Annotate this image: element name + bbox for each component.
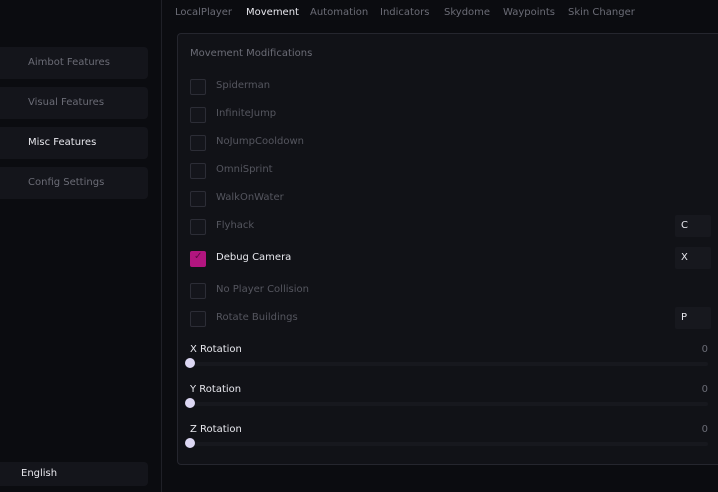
slider-track[interactable] [190, 402, 708, 406]
option-label: No Player Collision [216, 284, 309, 295]
infinitejump-checkbox[interactable] [190, 107, 206, 123]
language-label: English [21, 468, 58, 479]
option-label: Rotate Buildings [216, 312, 298, 323]
flyhack-keybind-button[interactable]: C [675, 215, 711, 237]
option-debug-camera[interactable]: Debug Camera [190, 249, 718, 269]
option-label: Flyhack [216, 220, 255, 231]
tab-waypoints[interactable]: Waypoints [503, 7, 555, 18]
sidebar-item-label: Visual Features [28, 97, 105, 108]
sidebar-item-misc-features[interactable]: Misc Features [0, 127, 148, 159]
language-selector[interactable]: English [0, 462, 148, 486]
option-walkonwater[interactable]: WalkOnWater [190, 189, 718, 209]
sidebar-item-label: Config Settings [28, 177, 105, 188]
rotate-buildings-checkbox[interactable] [190, 311, 206, 327]
no-player-collision-checkbox[interactable] [190, 283, 206, 299]
option-infinitejump[interactable]: InfiniteJump [190, 105, 718, 125]
option-rotate-buildings[interactable]: Rotate Buildings [190, 309, 718, 329]
sidebar-item-visual-features[interactable]: Visual Features [0, 87, 148, 119]
slider-value: 0 [701, 384, 708, 395]
slider-thumb[interactable] [185, 438, 195, 448]
option-spiderman[interactable]: Spiderman [190, 77, 718, 97]
option-label: InfiniteJump [216, 108, 277, 119]
sidebar-item-label: Aimbot Features [28, 57, 110, 68]
option-no-player-collision[interactable]: No Player Collision [190, 281, 718, 301]
tab-skydome[interactable]: Skydome [444, 7, 490, 18]
debug-camera-keybind-button[interactable]: X [675, 247, 711, 269]
option-label: Spiderman [216, 80, 271, 91]
option-label: OmniSprint [216, 164, 273, 175]
nojumpcooldown-checkbox[interactable] [190, 135, 206, 151]
tab-bar: LocalPlayer Movement Automation Indicato… [162, 0, 718, 28]
omnisprint-checkbox[interactable] [190, 163, 206, 179]
slider-thumb[interactable] [185, 398, 195, 408]
sidebar-item-aimbot-features[interactable]: Aimbot Features [0, 47, 148, 79]
tab-localplayer[interactable]: LocalPlayer [175, 7, 232, 18]
keybind-label: P [681, 312, 688, 323]
option-flyhack[interactable]: Flyhack [190, 217, 718, 237]
sidebar-item-label: Misc Features [28, 137, 97, 148]
sidebar-item-config-settings[interactable]: Config Settings [0, 167, 148, 199]
movement-modifications-panel: Movement Modifications Spiderman Infinit… [177, 33, 718, 465]
slider-track[interactable] [190, 442, 708, 446]
keybind-label: C [681, 220, 688, 231]
spiderman-checkbox[interactable] [190, 79, 206, 95]
slider-label: Y Rotation [190, 384, 242, 395]
flyhack-checkbox[interactable] [190, 219, 206, 235]
option-label: WalkOnWater [216, 192, 284, 203]
slider-label: Z Rotation [190, 424, 242, 435]
option-label: Debug Camera [216, 252, 292, 263]
debug-camera-checkbox[interactable] [190, 251, 206, 267]
sidebar: Aimbot Features Visual Features Misc Fea… [0, 0, 162, 492]
tab-automation[interactable]: Automation [310, 7, 368, 18]
slider-thumb[interactable] [185, 358, 195, 368]
slider-label: X Rotation [190, 344, 242, 355]
z-rotation-slider[interactable]: Z Rotation 0 [185, 424, 708, 454]
x-rotation-slider[interactable]: X Rotation 0 [185, 344, 708, 374]
slider-value: 0 [701, 344, 708, 355]
option-omnisprint[interactable]: OmniSprint [190, 161, 718, 181]
rotate-buildings-keybind-button[interactable]: P [675, 307, 711, 329]
option-label: NoJumpCooldown [216, 136, 304, 147]
slider-track[interactable] [190, 362, 708, 366]
tab-skin-changer[interactable]: Skin Changer [568, 7, 635, 18]
slider-value: 0 [701, 424, 708, 435]
y-rotation-slider[interactable]: Y Rotation 0 [185, 384, 708, 414]
walkonwater-checkbox[interactable] [190, 191, 206, 207]
tab-movement[interactable]: Movement [246, 7, 299, 18]
tab-indicators[interactable]: Indicators [380, 7, 429, 18]
option-nojumpcooldown[interactable]: NoJumpCooldown [190, 133, 718, 153]
panel-title: Movement Modifications [190, 48, 313, 59]
keybind-label: X [681, 252, 688, 263]
